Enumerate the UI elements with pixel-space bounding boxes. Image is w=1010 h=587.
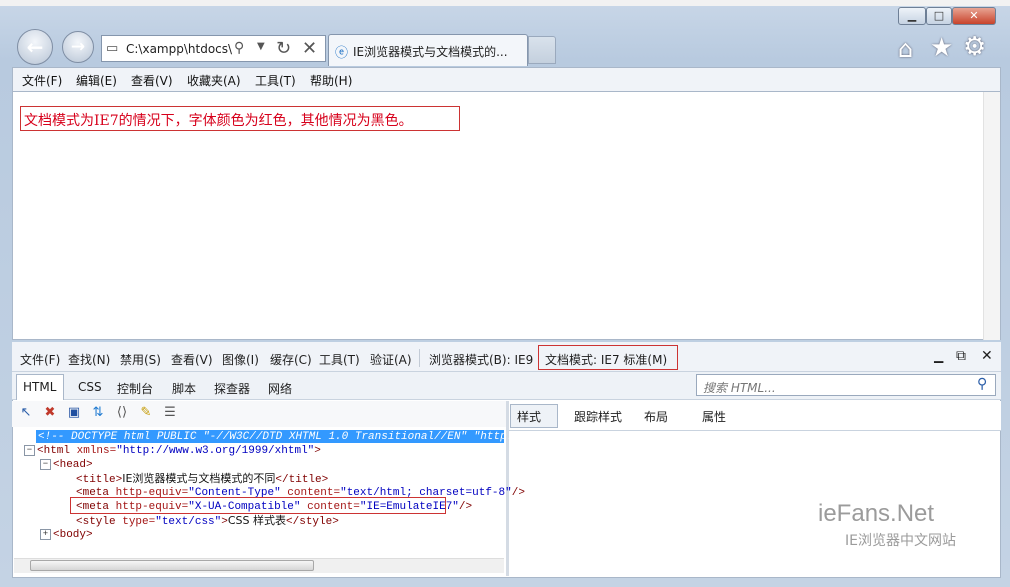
tree-node-style[interactable]: <style type="text/css">CSS 样式表</style> <box>76 514 339 528</box>
new-tab-button[interactable] <box>528 36 556 64</box>
attr-name: xmlns= <box>76 445 117 457</box>
tag-end: /> <box>511 487 525 499</box>
browser-mode-menu[interactable]: 浏览器模式(B): IE9 <box>429 351 533 368</box>
tab-layout[interactable]: 布局 <box>644 408 668 425</box>
address-bar[interactable]: ▭ C:\xampp\htdocs\ ⚲ ▼ ↻ ✕ <box>101 35 326 62</box>
menu-view[interactable]: 查看(V) <box>131 72 173 89</box>
address-text: C:\xampp\htdocs\ <box>126 42 233 56</box>
settings-gear-icon[interactable]: ⚙ <box>963 32 986 62</box>
select-element-icon[interactable]: ↖ <box>18 405 34 421</box>
expand-icon[interactable]: + <box>40 528 51 540</box>
dev-menu-view[interactable]: 查看(V) <box>171 351 213 368</box>
dev-menu-tools[interactable]: 工具(T) <box>319 351 360 368</box>
dev-menu-find[interactable]: 查找(N) <box>68 351 110 368</box>
stop-icon[interactable]: ✕ <box>302 38 317 59</box>
dev-menu-file[interactable]: 文件(F) <box>20 351 60 368</box>
page-icon: ▭ <box>106 41 119 56</box>
tab-title: IE浏览器模式与文档模式的... <box>353 45 508 59</box>
back-arrow-icon: ← <box>26 35 44 59</box>
tag-name: <body> <box>53 529 93 541</box>
attr-name: type= <box>122 516 156 528</box>
dev-menu-images[interactable]: 图像(I) <box>222 351 259 368</box>
close-window-button[interactable]: ✕ <box>952 7 996 25</box>
attr-value: "http://www.w3.org/1999/xhtml" <box>116 445 315 457</box>
element-source-icon[interactable]: ⟨⟩ <box>114 405 130 421</box>
tree-node-body[interactable]: + <body> <box>40 528 93 542</box>
attr-value: "text/css" <box>155 516 222 528</box>
devtools-minimize-icon[interactable]: ▁ <box>934 349 943 363</box>
edit-icon[interactable]: ✎ <box>138 405 154 421</box>
document-mode-menu[interactable]: 文档模式: IE7 标准(M) <box>545 351 667 368</box>
search-icon[interactable]: ⚲ <box>234 40 244 56</box>
tab-network[interactable]: 网络 <box>268 380 292 397</box>
tab-attributes[interactable]: 属性 <box>702 408 726 425</box>
tag-end: > <box>221 516 228 528</box>
browser-tab[interactable]: ⓔ IE浏览器模式与文档模式的... <box>328 34 528 66</box>
tab-profiler[interactable]: 探查器 <box>214 380 250 397</box>
minimize-button[interactable]: ▁ <box>898 7 926 25</box>
forward-arrow-icon: → <box>70 37 86 57</box>
tag-name: <style <box>76 516 116 528</box>
dev-menu-cache[interactable]: 缓存(C) <box>270 351 312 368</box>
tag-end: > <box>314 445 321 457</box>
dev-menu-validate[interactable]: 验证(A) <box>370 351 412 368</box>
tag-name: <html <box>37 445 71 457</box>
ie-icon: ⓔ <box>335 46 349 61</box>
search-icon[interactable]: ⚲ <box>977 376 987 392</box>
tree-node-doctype[interactable]: <!-- DOCTYPE html PUBLIC "-//W3C//DTD XH… <box>38 430 553 444</box>
devtools-undock-icon[interactable]: ⧉ <box>956 348 966 364</box>
meta-highlight-box <box>70 497 446 514</box>
tree-node-title[interactable]: <title>IE浏览器模式与文档模式的不同</title> <box>76 472 328 486</box>
window-top-strip <box>0 0 1010 6</box>
menu-help[interactable]: 帮助(H) <box>310 72 352 89</box>
dev-menu-disable[interactable]: 禁用(S) <box>120 351 161 368</box>
tab-css[interactable]: CSS <box>78 380 102 394</box>
search-placeholder: 搜索 HTML... <box>703 381 776 395</box>
back-button[interactable]: ← <box>17 29 53 65</box>
html-toolbar <box>12 401 506 427</box>
menu-separator <box>419 349 420 367</box>
tree-node-html[interactable]: − <html xmlns="http://www.w3.org/1999/xht… <box>24 444 321 458</box>
save-icon[interactable]: ▣ <box>66 405 82 421</box>
menu-favorites[interactable]: 收藏夹(A) <box>187 72 241 89</box>
clear-outline-icon[interactable]: ✖ <box>42 405 58 421</box>
tag-name: <head> <box>53 459 93 471</box>
dropdown-icon[interactable]: ▼ <box>257 41 265 52</box>
title-text: IE浏览器模式与文档模式的不同 <box>122 472 276 485</box>
menu-file[interactable]: 文件(F) <box>22 72 62 89</box>
tab-script[interactable]: 脚本 <box>172 380 196 397</box>
style-text: CSS 样式表 <box>227 514 287 527</box>
watermark-logo: ieFans.Net <box>818 500 935 527</box>
menu-edit[interactable]: 编辑(E) <box>76 72 117 89</box>
page-scrollbar[interactable] <box>983 92 1000 340</box>
tab-style[interactable]: 样式 <box>517 408 541 425</box>
tab-html[interactable]: HTML <box>23 380 56 394</box>
collapse-icon[interactable]: − <box>24 444 35 456</box>
tree-node-head[interactable]: − <head> <box>40 458 93 472</box>
scrollbar-thumb[interactable] <box>30 560 314 571</box>
forward-button[interactable]: → <box>62 31 94 63</box>
tag-end: /> <box>458 501 473 513</box>
tab-console[interactable]: 控制台 <box>117 380 153 397</box>
menu-tools[interactable]: 工具(T) <box>255 72 296 89</box>
maximize-button[interactable]: □ <box>926 7 952 25</box>
devtools-close-icon[interactable]: ✕ <box>981 348 993 364</box>
html-search-input[interactable]: 搜索 HTML... ⚲ <box>696 374 996 396</box>
doctype-comment: <!-- DOCTYPE html PUBLIC "-//W3C//DTD XH… <box>38 431 553 443</box>
watermark-subtitle: IE浏览器中文网站 <box>845 533 956 549</box>
refresh-dom-icon[interactable]: ⇅ <box>90 405 106 421</box>
tag-name: <title> <box>76 474 123 486</box>
favorites-star-icon[interactable]: ★ <box>930 33 953 63</box>
tag-end: </style> <box>286 516 339 528</box>
page-red-text: 文档模式为IE7的情况下，字体颜色为红色，其他情况为黑色。 <box>24 113 413 129</box>
dom-tree: <!-- DOCTYPE html PUBLIC "-//W3C//DTD XH… <box>14 428 553 558</box>
collapse-icon[interactable]: − <box>40 458 51 470</box>
refresh-icon[interactable]: ↻ <box>276 38 291 59</box>
tag-end: </title> <box>275 474 329 486</box>
tab-trace-styles[interactable]: 跟踪样式 <box>574 408 622 425</box>
home-icon[interactable]: ⌂ <box>898 35 913 63</box>
word-wrap-icon[interactable]: ☰ <box>162 405 178 421</box>
